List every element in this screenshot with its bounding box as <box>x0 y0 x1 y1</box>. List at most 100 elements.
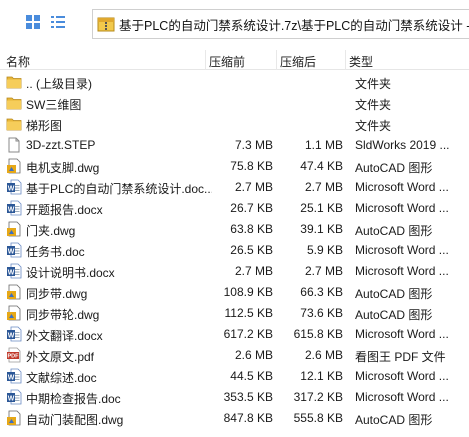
column-divider[interactable] <box>345 50 346 70</box>
file-row[interactable]: W 设计说明书.docx 2.7 MB 2.7 MB Microsoft Word ..… <box>0 261 469 282</box>
dwg-file-icon <box>6 305 22 322</box>
grid-view-icon[interactable] <box>22 11 44 33</box>
file-original-size: 5.9 KB <box>306 243 343 257</box>
header-original[interactable]: 压缩后 <box>280 53 316 70</box>
file-name: 文献综述.doc <box>26 371 97 385</box>
file-row[interactable]: SW三维图 文件夹 <box>0 93 469 114</box>
svg-text:W: W <box>8 395 15 402</box>
file-type: Microsoft Word ... <box>355 201 449 215</box>
file-row[interactable]: 门夹.dwg 63.8 KB 39.1 KB AutoCAD 图形 <box>0 219 469 240</box>
file-row[interactable]: W 开题报告.docx 26.7 KB 25.1 KB Microsoft Word .… <box>0 198 469 219</box>
file-name: 3D-zzt.STEP <box>26 138 96 152</box>
file-row[interactable]: W 中期检查报告.doc 353.5 KB 317.2 KB Microsoft Wor… <box>0 387 469 408</box>
header-name[interactable]: 名称 <box>6 53 30 70</box>
file-original-size: 555.8 KB <box>293 411 343 425</box>
file-name: 基于PLC的自动门禁系统设计.doc... <box>26 182 212 196</box>
file-original-size: 39.1 KB <box>300 222 343 236</box>
file-type: Microsoft Word ... <box>355 264 449 278</box>
file-compressed-size: 112.5 KB <box>224 306 273 320</box>
word-document-icon: W <box>6 179 22 196</box>
file-type: 文件夹 <box>355 119 392 133</box>
file-compressed-size: 847.8 KB <box>223 411 273 425</box>
column-divider[interactable] <box>276 50 277 70</box>
file-compressed-size: 26.7 KB <box>230 201 273 215</box>
file-row[interactable]: W 文献综述.doc 44.5 KB 12.1 KB Microsoft Word ..… <box>0 366 469 387</box>
svg-text:W: W <box>8 248 15 255</box>
header-compressed[interactable]: 压缩前 <box>209 53 245 70</box>
path-text: 基于PLC的自动门禁系统设计.7z\基于PLC的自动门禁系统设计 - 解 <box>119 18 469 33</box>
file-type: Microsoft Word ... <box>355 390 449 404</box>
file-compressed-size: 2.6 MB <box>234 348 273 362</box>
file-compressed-size: 44.5 KB <box>230 369 273 383</box>
file-row[interactable]: 同步带轮.dwg 112.5 KB 73.6 KB AutoCAD 图形 <box>0 303 469 324</box>
file-row[interactable]: 自动门装配图.dwg 847.8 KB 555.8 KB AutoCAD 图形 <box>0 408 469 429</box>
svg-text:W: W <box>8 269 15 276</box>
file-type: AutoCAD 图形 <box>355 308 433 322</box>
archive-icon <box>97 15 115 33</box>
file-name: 外文翻译.docx <box>26 329 103 343</box>
file-name: .. (上级目录) <box>26 77 92 91</box>
file-compressed-size: 108.9 KB <box>223 285 273 299</box>
file-name: 中期检查报告.doc <box>26 392 121 406</box>
file-type: Microsoft Word ... <box>355 243 449 257</box>
dwg-file-icon <box>6 410 22 427</box>
file-original-size: 47.4 KB <box>300 159 343 173</box>
file-row[interactable]: W 基于PLC的自动门禁系统设计.doc... 2.7 MB 2.7 MB Micros… <box>0 177 469 198</box>
file-type: AutoCAD 图形 <box>355 413 433 427</box>
toolbar: 基于PLC的自动门禁系统设计.7z\基于PLC的自动门禁系统设计 - 解 <box>0 0 469 50</box>
file-original-size: 317.2 KB <box>293 390 343 404</box>
svg-text:PDF: PDF <box>8 354 20 360</box>
file-original-size: 25.1 KB <box>300 201 343 215</box>
file-name: 任务书.doc <box>26 245 85 259</box>
pdf-file-icon: PDF <box>6 347 22 364</box>
folder-icon <box>6 116 22 133</box>
file-compressed-size: 2.7 MB <box>234 180 273 194</box>
word-document-icon: W <box>6 242 22 259</box>
header-type[interactable]: 类型 <box>349 53 373 70</box>
file-icon <box>6 137 22 154</box>
file-type: SldWorks 2019 ... <box>355 138 450 152</box>
file-row[interactable]: 3D-zzt.STEP 7.3 MB 1.1 MB SldWorks 2019 ... <box>0 135 469 156</box>
file-original-size: 1.1 MB <box>304 138 343 152</box>
column-divider[interactable] <box>205 50 206 70</box>
file-name: 电机支脚.dwg <box>26 161 100 175</box>
word-document-icon: W <box>6 389 22 406</box>
path-bar[interactable]: 基于PLC的自动门禁系统设计.7z\基于PLC的自动门禁系统设计 - 解 <box>92 9 469 39</box>
file-compressed-size: 617.2 KB <box>223 327 273 341</box>
file-row[interactable]: 梯形图 文件夹 <box>0 114 469 135</box>
file-row[interactable]: 同步带.dwg 108.9 KB 66.3 KB AutoCAD 图形 <box>0 282 469 303</box>
word-document-icon: W <box>6 368 22 385</box>
svg-text:W: W <box>8 206 15 213</box>
file-original-size: 2.7 MB <box>304 264 343 278</box>
file-original-size: 66.3 KB <box>300 285 343 299</box>
file-type: Microsoft Word ... <box>355 180 449 194</box>
file-type: AutoCAD 图形 <box>355 287 433 301</box>
file-name: 门夹.dwg <box>26 224 76 238</box>
file-row[interactable]: W 任务书.doc 26.5 KB 5.9 KB Microsoft Word ... <box>0 240 469 261</box>
word-document-icon: W <box>6 326 22 343</box>
word-document-icon: W <box>6 263 22 280</box>
file-compressed-size: 26.5 KB <box>230 243 273 257</box>
file-name: 开题报告.docx <box>26 203 103 217</box>
svg-text:W: W <box>8 374 15 381</box>
file-row[interactable]: 电机支脚.dwg 75.8 KB 47.4 KB AutoCAD 图形 <box>0 156 469 177</box>
file-row[interactable]: PDF 外文原文.pdf 2.6 MB 2.6 MB 看图王 PDF 文件 <box>0 345 469 366</box>
folder-icon <box>6 74 22 91</box>
file-compressed-size: 63.8 KB <box>230 222 273 236</box>
dwg-file-icon <box>6 158 22 175</box>
file-type: AutoCAD 图形 <box>355 224 433 238</box>
file-row[interactable]: W 外文翻译.docx 617.2 KB 615.8 KB Microsoft Word… <box>0 324 469 345</box>
file-name: 梯形图 <box>26 119 63 133</box>
file-type: 看图王 PDF 文件 <box>355 350 446 364</box>
file-name: SW三维图 <box>26 98 82 112</box>
word-document-icon: W <box>6 200 22 217</box>
column-header: 名称 压缩前 压缩后 类型 <box>0 50 469 70</box>
dwg-file-icon <box>6 221 22 238</box>
file-name: 设计说明书.docx <box>26 266 115 280</box>
file-type: 文件夹 <box>355 77 392 91</box>
file-compressed-size: 75.8 KB <box>230 159 273 173</box>
file-name: 同步带.dwg <box>26 287 88 301</box>
list-view-icon[interactable] <box>47 11 69 33</box>
file-row[interactable]: .. (上级目录) 文件夹 <box>0 72 469 93</box>
file-original-size: 73.6 KB <box>300 306 343 320</box>
